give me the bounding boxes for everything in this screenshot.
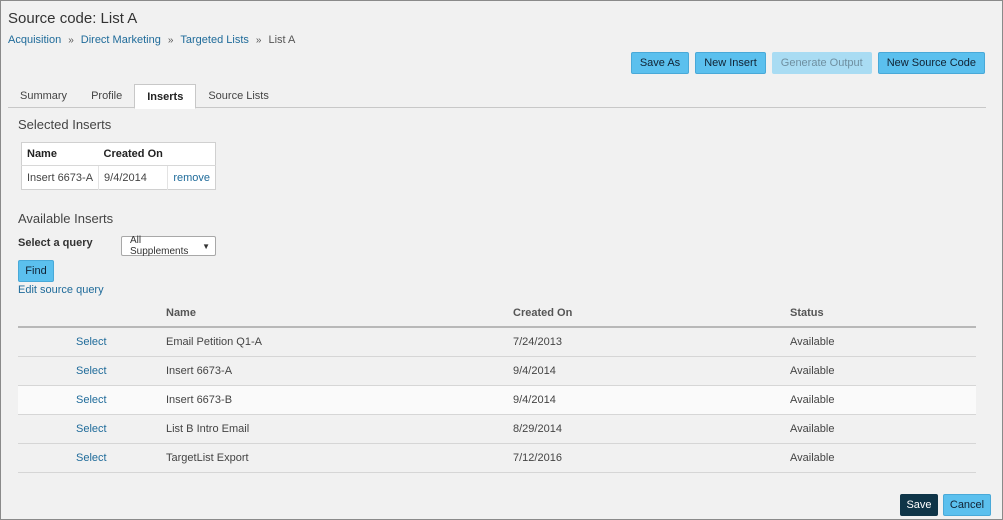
column-header-status: Status xyxy=(790,300,976,328)
insert-name: Insert 6673-A xyxy=(166,356,513,386)
insert-name: Insert 6673-A xyxy=(21,165,100,190)
insert-created-on: 9/4/2014 xyxy=(513,385,790,415)
insert-name: TargetList Export xyxy=(166,443,513,473)
table-row: Select Insert 6673-A 9/4/2014 Available xyxy=(18,356,976,386)
available-inserts-table: Name Created On Status Select Email Peti… xyxy=(18,300,976,473)
tab-inserts[interactable]: Inserts xyxy=(134,84,197,109)
breadcrumb-direct-marketing[interactable]: Direct Marketing xyxy=(81,34,161,46)
breadcrumb-acquisition[interactable]: Acquisition xyxy=(8,34,61,46)
table-row: Select TargetList Export 7/12/2016 Avail… xyxy=(18,443,976,473)
column-header-select xyxy=(76,300,166,328)
query-label: Select a query xyxy=(18,237,93,249)
selected-inserts-table: Name Created On Insert 6673-A 9/4/2014 r… xyxy=(21,142,217,190)
table-row: Select Insert 6673-B 9/4/2014 Available xyxy=(18,385,976,415)
new-source-code-button[interactable]: New Source Code xyxy=(877,52,985,74)
app-frame: Source code: List A Acquisition » Direct… xyxy=(0,0,1003,520)
insert-status: Available xyxy=(790,443,976,473)
insert-status: Available xyxy=(790,327,976,357)
select-link[interactable]: Select xyxy=(76,336,107,348)
query-select-value: All Supplements xyxy=(130,235,189,257)
column-header-name: Name xyxy=(21,142,99,166)
breadcrumb-separator: » xyxy=(68,34,74,46)
insert-status: Available xyxy=(790,356,976,386)
page-title: Source code: List A xyxy=(8,10,138,27)
select-link[interactable]: Select xyxy=(76,452,107,464)
select-link[interactable]: Select xyxy=(76,423,107,435)
column-header-blank xyxy=(18,300,76,328)
breadcrumb-targeted-lists[interactable]: Targeted Lists xyxy=(180,34,248,46)
edit-source-query-link[interactable]: Edit source query xyxy=(18,284,104,296)
insert-created-on: 8/29/2014 xyxy=(513,414,790,444)
chevron-down-icon: ▼ xyxy=(202,241,210,251)
save-as-button[interactable]: Save As xyxy=(630,52,690,74)
table-header-row: Name Created On xyxy=(21,142,216,166)
tab-summary[interactable]: Summary xyxy=(8,84,79,108)
insert-name: Email Petition Q1-A xyxy=(166,327,513,357)
selected-inserts-title: Selected Inserts xyxy=(18,117,112,132)
insert-created-on: 7/12/2016 xyxy=(513,443,790,473)
cancel-button[interactable]: Cancel xyxy=(943,494,991,516)
footer-actions: Save Cancel xyxy=(900,494,991,516)
find-button[interactable]: Find xyxy=(18,260,54,282)
generate-output-button[interactable]: Generate Output xyxy=(771,52,872,74)
insert-status: Available xyxy=(790,414,976,444)
insert-created-on: 7/24/2013 xyxy=(513,327,790,357)
insert-name: List B Intro Email xyxy=(166,414,513,444)
breadcrumb-separator: » xyxy=(167,34,174,46)
select-link[interactable]: Select xyxy=(76,394,107,406)
column-header-action xyxy=(167,142,216,166)
top-actions: Save As New Insert Generate Output New S… xyxy=(630,52,985,74)
new-insert-button[interactable]: New Insert xyxy=(695,52,766,74)
available-inserts-title: Available Inserts xyxy=(18,211,114,226)
table-row: Select Email Petition Q1-A 7/24/2013 Ava… xyxy=(18,327,976,357)
tab-profile[interactable]: Profile xyxy=(79,84,134,108)
column-header-name: Name xyxy=(166,300,513,328)
insert-created-on: 9/4/2014 xyxy=(98,165,169,190)
table-row: Select List B Intro Email 8/29/2014 Avai… xyxy=(18,414,976,444)
save-button[interactable]: Save xyxy=(900,494,938,516)
breadcrumb-current: List A xyxy=(268,34,296,46)
column-header-created-on: Created On xyxy=(98,142,168,166)
tab-source-lists[interactable]: Source Lists xyxy=(196,84,281,108)
breadcrumb: Acquisition » Direct Marketing » Targete… xyxy=(8,34,295,46)
tab-bar: Summary Profile Inserts Source Lists xyxy=(8,84,986,109)
insert-created-on: 9/4/2014 xyxy=(513,356,790,386)
column-header-created-on: Created On xyxy=(513,300,790,328)
query-select[interactable]: All Supplements ▼ xyxy=(121,235,216,257)
select-link[interactable]: Select xyxy=(76,365,107,377)
insert-status: Available xyxy=(790,385,976,415)
table-header-row: Name Created On Status xyxy=(18,300,976,328)
table-row: Insert 6673-A 9/4/2014 remove xyxy=(21,165,216,190)
breadcrumb-separator: » xyxy=(255,34,262,46)
insert-name: Insert 6673-B xyxy=(166,385,513,415)
remove-link[interactable]: remove xyxy=(173,172,210,184)
